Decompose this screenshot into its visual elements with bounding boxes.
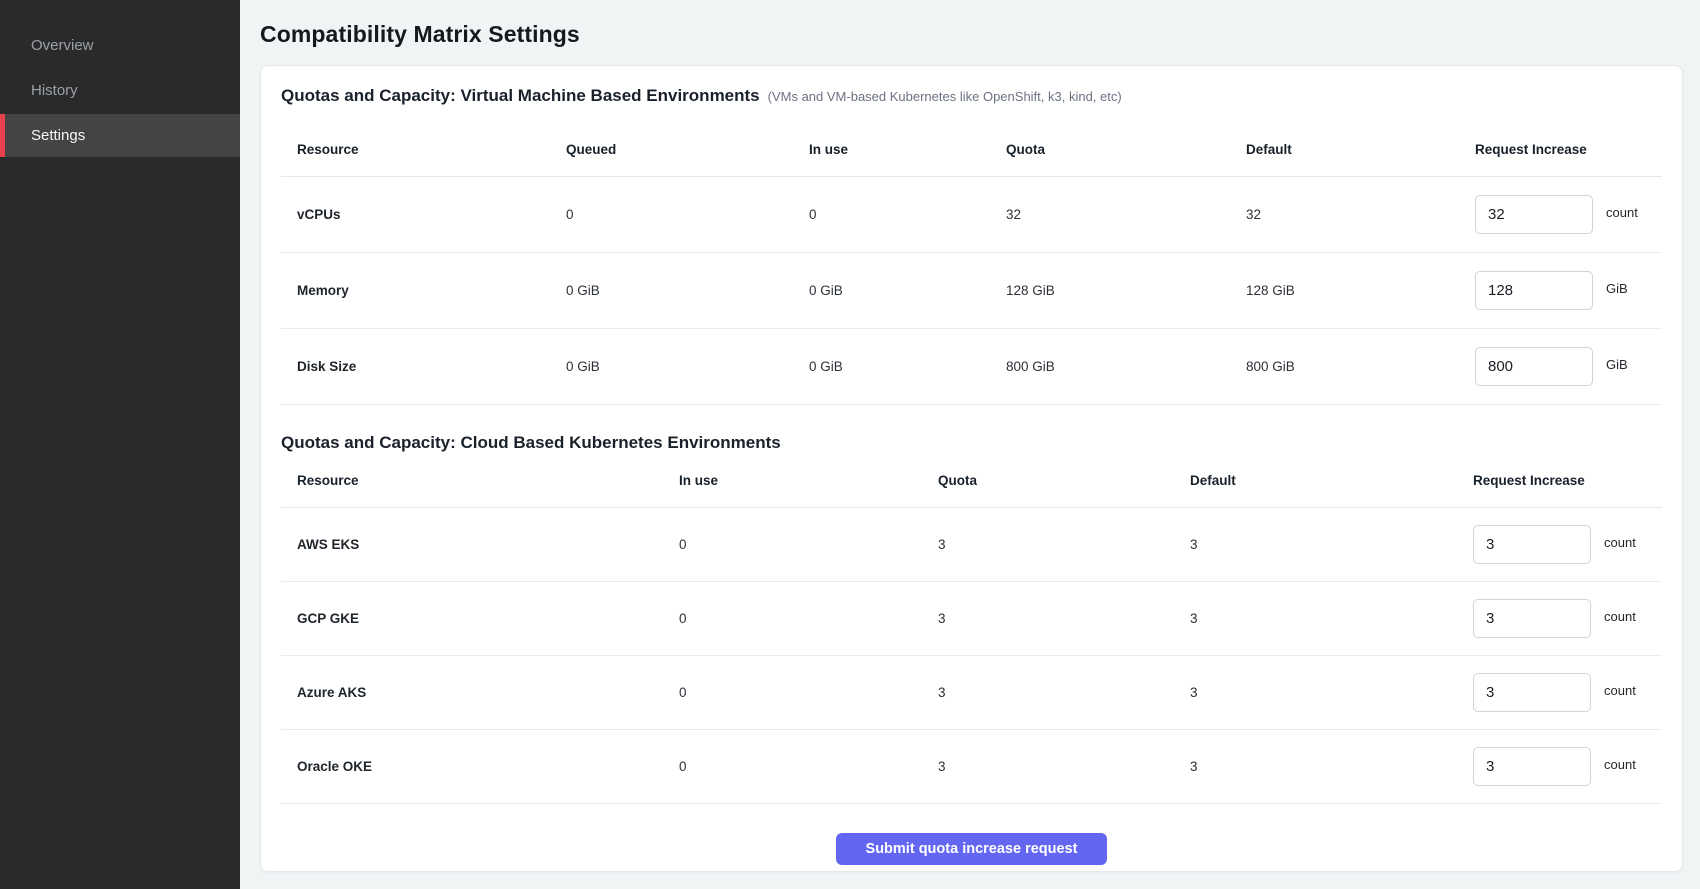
cell-resource: Azure AKS (281, 685, 679, 700)
vm-col-queued: Queued (566, 142, 809, 157)
cell-in-use: 0 GiB (809, 283, 1006, 298)
request-input-disk-size[interactable] (1475, 347, 1593, 386)
main-content: Compatibility Matrix Settings Quotas and… (240, 0, 1700, 889)
cell-quota: 32 (1006, 207, 1246, 222)
request-input-aws-eks[interactable] (1473, 525, 1591, 564)
sidebar-item-settings[interactable]: Settings (0, 114, 240, 157)
cell-default: 128 GiB (1246, 283, 1475, 298)
cloud-section-heading: Quotas and Capacity: Cloud Based Kuberne… (281, 433, 781, 453)
cloud-col-quota: Quota (938, 473, 1190, 488)
request-input-vcpus[interactable] (1475, 195, 1593, 234)
cell-resource: Disk Size (281, 359, 566, 374)
vm-section-heading: Quotas and Capacity: Virtual Machine Bas… (281, 86, 760, 106)
vm-col-in-use: In use (809, 142, 1006, 157)
cell-in-use: 0 (679, 685, 938, 700)
unit-label: count (1604, 535, 1636, 550)
cloud-section-heading-row: Quotas and Capacity: Cloud Based Kuberne… (281, 433, 1662, 453)
cloud-col-resource: Resource (281, 473, 679, 488)
cell-default: 32 (1246, 207, 1475, 222)
cell-request-increase: count (1473, 673, 1662, 712)
unit-label: GiB (1606, 357, 1628, 372)
request-input-azure-aks[interactable] (1473, 673, 1591, 712)
cell-in-use: 0 (679, 611, 938, 626)
cell-queued: 0 GiB (566, 359, 809, 374)
app-window: Overview History Settings Compatibility … (0, 0, 1700, 889)
vm-table-header: Resource Queued In use Quota Default Req… (281, 142, 1662, 177)
cell-request-increase: count (1473, 747, 1662, 786)
cloud-col-request-increase: Request Increase (1473, 473, 1662, 488)
cell-resource: GCP GKE (281, 611, 679, 626)
page-title: Compatibility Matrix Settings (260, 21, 1683, 48)
cell-request-increase: count (1473, 599, 1662, 638)
cell-default: 3 (1190, 759, 1473, 774)
settings-card: Quotas and Capacity: Virtual Machine Bas… (260, 65, 1683, 872)
sidebar-item-overview-label: Overview (31, 37, 94, 54)
vm-section-heading-row: Quotas and Capacity: Virtual Machine Bas… (281, 86, 1662, 106)
sidebar-item-settings-label: Settings (31, 127, 85, 144)
cell-request-increase: count (1475, 195, 1662, 234)
cell-default: 3 (1190, 537, 1473, 552)
unit-label: GiB (1606, 281, 1628, 296)
request-input-gcp-gke[interactable] (1473, 599, 1591, 638)
cell-resource: AWS EKS (281, 537, 679, 552)
cell-resource: Memory (281, 283, 566, 298)
cell-in-use: 0 GiB (809, 359, 1006, 374)
cell-queued: 0 GiB (566, 283, 809, 298)
cell-in-use: 0 (679, 759, 938, 774)
vm-section-note: (VMs and VM-based Kubernetes like OpenSh… (768, 89, 1122, 104)
cloud-table-header: Resource In use Quota Default Request In… (281, 473, 1662, 508)
sidebar-item-overview[interactable]: Overview (0, 24, 240, 67)
table-row-aws-eks: AWS EKS 0 3 3 count (281, 508, 1662, 582)
sidebar-item-history-label: History (31, 82, 78, 99)
vm-col-quota: Quota (1006, 142, 1246, 157)
request-input-memory[interactable] (1475, 271, 1593, 310)
cell-quota: 3 (938, 685, 1190, 700)
cell-default: 3 (1190, 611, 1473, 626)
cell-quota: 128 GiB (1006, 283, 1246, 298)
sidebar-item-history[interactable]: History (0, 69, 240, 112)
cell-resource: vCPUs (281, 207, 566, 222)
unit-label: count (1604, 683, 1636, 698)
table-row-memory: Memory 0 GiB 0 GiB 128 GiB 128 GiB GiB (281, 253, 1662, 329)
cell-default: 800 GiB (1246, 359, 1475, 374)
cell-resource: Oracle OKE (281, 759, 679, 774)
unit-label: count (1606, 205, 1638, 220)
submit-area: Submit quota increase request (281, 804, 1662, 865)
table-row-disk-size: Disk Size 0 GiB 0 GiB 800 GiB 800 GiB Gi… (281, 329, 1662, 405)
cell-quota: 3 (938, 759, 1190, 774)
cell-in-use: 0 (679, 537, 938, 552)
vm-col-request-increase: Request Increase (1475, 142, 1662, 157)
unit-label: count (1604, 609, 1636, 624)
vm-col-resource: Resource (281, 142, 566, 157)
cell-in-use: 0 (809, 207, 1006, 222)
table-row-vcpus: vCPUs 0 0 32 32 count (281, 177, 1662, 253)
cell-default: 3 (1190, 685, 1473, 700)
request-input-oracle-oke[interactable] (1473, 747, 1591, 786)
table-row-gcp-gke: GCP GKE 0 3 3 count (281, 582, 1662, 656)
cell-quota: 800 GiB (1006, 359, 1246, 374)
table-row-oracle-oke: Oracle OKE 0 3 3 count (281, 730, 1662, 804)
cell-queued: 0 (566, 207, 809, 222)
unit-label: count (1604, 757, 1636, 772)
cloud-col-in-use: In use (679, 473, 938, 488)
cell-quota: 3 (938, 611, 1190, 626)
table-row-azure-aks: Azure AKS 0 3 3 count (281, 656, 1662, 730)
cell-quota: 3 (938, 537, 1190, 552)
cell-request-increase: GiB (1475, 347, 1662, 386)
cloud-col-default: Default (1190, 473, 1473, 488)
cell-request-increase: GiB (1475, 271, 1662, 310)
sidebar: Overview History Settings (0, 0, 240, 889)
vm-col-default: Default (1246, 142, 1475, 157)
submit-quota-increase-button[interactable]: Submit quota increase request (836, 833, 1108, 865)
cell-request-increase: count (1473, 525, 1662, 564)
